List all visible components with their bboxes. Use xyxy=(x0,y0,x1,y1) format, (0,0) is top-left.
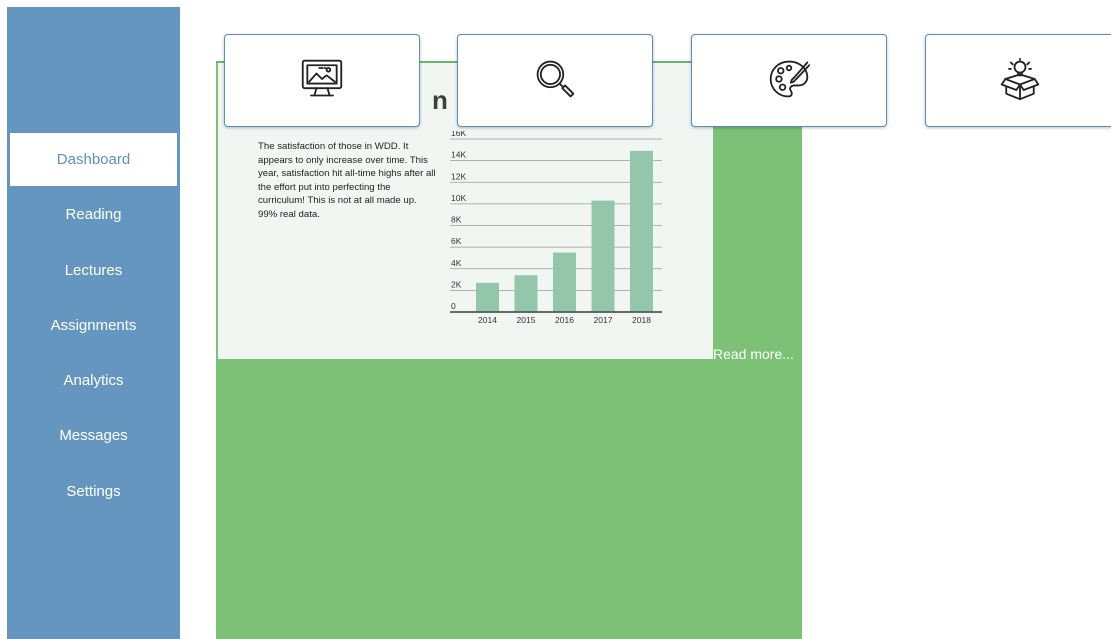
chart-bar xyxy=(630,150,653,312)
x-tick-label: 2017 xyxy=(594,315,613,325)
sidebar-item-assignments[interactable]: Assignments xyxy=(7,299,180,352)
y-tick-label: 0 xyxy=(451,301,456,311)
x-tick-label: 2015 xyxy=(517,315,536,325)
x-tick-label: 2018 xyxy=(632,315,651,325)
read-more-link[interactable]: Read more... xyxy=(713,346,794,362)
tile-media[interactable] xyxy=(224,34,420,127)
sidebar-item-analytics[interactable]: Analytics xyxy=(7,354,180,407)
tile-art[interactable] xyxy=(691,34,887,127)
sidebar: Dashboard Reading Lectures Assignments A… xyxy=(7,7,180,639)
chart-bar xyxy=(591,200,615,312)
y-tick-label: 16K xyxy=(451,131,466,138)
x-tick-label: 2014 xyxy=(478,315,497,325)
chart-bar xyxy=(476,282,499,312)
satisfaction-bar-chart: 0 2K 4K 6K 8K 10K 12K 14K 16K 2014 2015 2016 2017 201… xyxy=(450,131,662,325)
y-tick-label: 4K xyxy=(451,258,462,268)
magnifier-icon xyxy=(536,60,575,97)
tile-ideas[interactable] xyxy=(925,34,1111,127)
chart-bar xyxy=(553,252,576,312)
sidebar-item-settings[interactable]: Settings xyxy=(7,465,180,518)
idea-box-icon xyxy=(1000,57,1040,100)
tile-search[interactable] xyxy=(457,34,653,127)
y-tick-label: 8K xyxy=(451,215,462,225)
sidebar-item-dashboard[interactable]: Dashboard xyxy=(10,133,177,186)
y-tick-label: 6K xyxy=(451,236,462,246)
sidebar-item-lectures[interactable]: Lectures xyxy=(7,244,180,297)
x-tick-label: 2016 xyxy=(555,315,574,325)
chart-bar xyxy=(514,275,538,312)
y-tick-label: 2K xyxy=(451,279,462,289)
y-tick-label: 12K xyxy=(451,171,466,181)
monitor-image-icon xyxy=(301,59,343,96)
sidebar-item-reading[interactable]: Reading xyxy=(7,188,180,241)
sidebar-item-messages[interactable]: Messages xyxy=(7,409,180,462)
card-description: The satisfaction of those in WDD. It app… xyxy=(258,141,436,220)
satisfaction-card: n R The satisfaction of those in WDD. It… xyxy=(216,61,802,639)
y-tick-label: 10K xyxy=(451,193,466,203)
palette-icon xyxy=(769,60,811,97)
y-tick-label: 14K xyxy=(451,150,466,160)
